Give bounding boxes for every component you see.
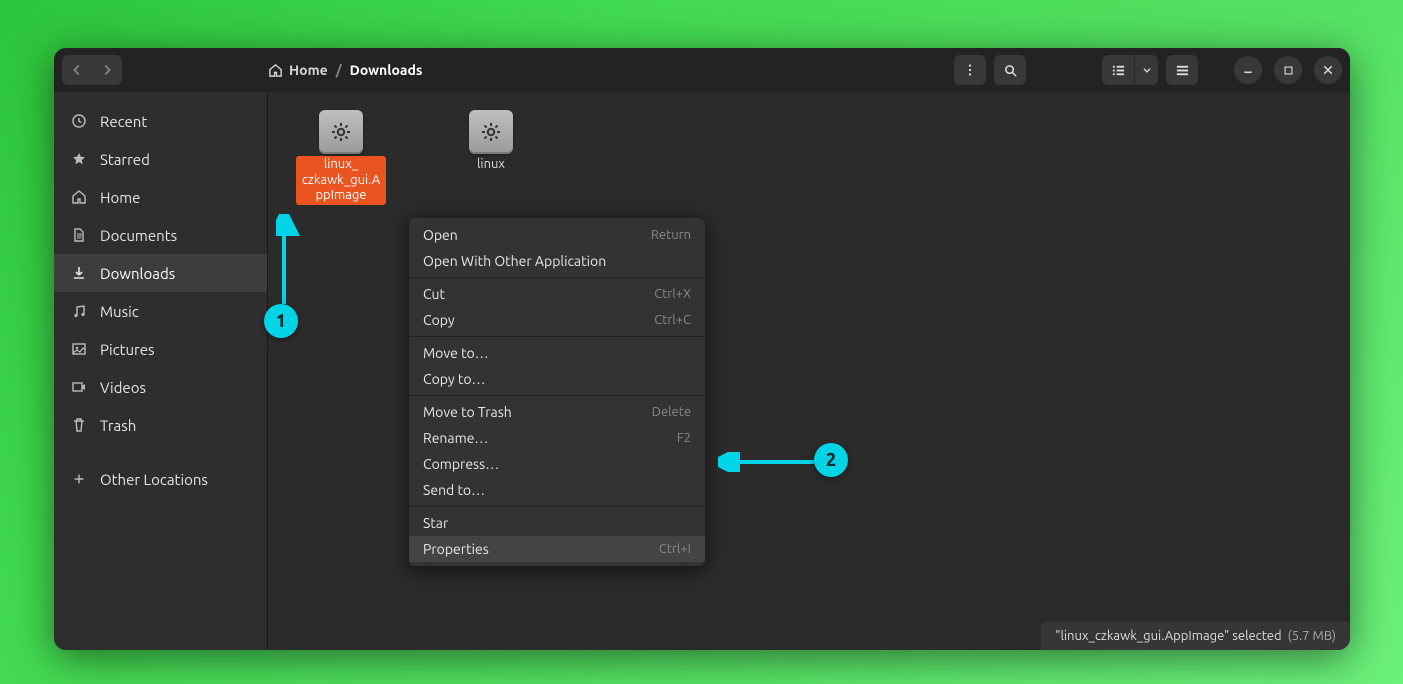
sidebar-item-label: Music [100, 303, 139, 320]
close-button[interactable] [1314, 56, 1342, 84]
file-item[interactable]: linux [446, 110, 536, 205]
file-grid: linux_ czkawk_gui.AppImage linux [268, 92, 1350, 223]
sidebar-item-starred[interactable]: Starred [54, 140, 267, 178]
titlebar: Home / Downloads [54, 48, 1350, 92]
sidebar: Recent Starred Home Documents Downloads [54, 92, 268, 650]
sidebar-item-label: Trash [100, 417, 136, 434]
desktop: Home / Downloads [0, 0, 1403, 684]
context-open-with[interactable]: Open With Other Application [409, 248, 705, 274]
sidebar-item-label: Other Locations [100, 471, 208, 488]
breadcrumb-home[interactable]: Home [268, 62, 328, 78]
search-button[interactable] [994, 55, 1026, 85]
view-list-button[interactable] [1102, 55, 1134, 85]
annotation-arrow-2 [718, 452, 818, 472]
sidebar-item-label: Home [100, 189, 140, 206]
view-mode-group [1102, 55, 1158, 85]
sidebar-item-label: Recent [100, 113, 147, 130]
maximize-button[interactable] [1274, 56, 1302, 84]
context-separator [409, 395, 705, 396]
picture-icon [70, 341, 88, 357]
sidebar-item-downloads[interactable]: Downloads [54, 254, 267, 292]
file-label: linux [473, 156, 509, 174]
minimize-button[interactable] [1234, 56, 1262, 84]
context-properties[interactable]: PropertiesCtrl+I [409, 536, 705, 562]
music-icon [70, 303, 88, 319]
forward-button[interactable] [92, 55, 122, 85]
trash-icon [70, 417, 88, 433]
sidebar-item-label: Documents [100, 227, 177, 244]
sidebar-item-label: Videos [100, 379, 146, 396]
context-cut[interactable]: CutCtrl+X [409, 281, 705, 307]
executable-icon [469, 110, 513, 154]
file-item-selected[interactable]: linux_ czkawk_gui.AppImage [296, 110, 386, 205]
sidebar-item-documents[interactable]: Documents [54, 216, 267, 254]
sidebar-item-other-locations[interactable]: Other Locations [54, 460, 267, 498]
home-icon [70, 189, 88, 205]
breadcrumb-home-label: Home [289, 62, 328, 78]
breadcrumb-current[interactable]: Downloads [350, 62, 423, 78]
context-compress[interactable]: Compress… [409, 451, 705, 477]
context-copy[interactable]: CopyCtrl+C [409, 307, 705, 333]
file-manager-window: Home / Downloads [54, 48, 1350, 650]
status-size: (5.7 MB) [1288, 629, 1336, 643]
sidebar-item-label: Downloads [100, 265, 175, 282]
annotation-arrow-1 [276, 214, 304, 308]
download-icon [70, 265, 88, 281]
context-send-to[interactable]: Send to… [409, 477, 705, 503]
file-label: linux_ czkawk_gui.AppImage [296, 156, 386, 205]
context-separator [409, 277, 705, 278]
clock-icon [70, 113, 88, 129]
document-icon [70, 227, 88, 243]
context-rename[interactable]: Rename…F2 [409, 425, 705, 451]
nav-buttons-group [62, 55, 122, 85]
breadcrumb[interactable]: Home / Downloads [268, 62, 423, 78]
context-separator [409, 506, 705, 507]
context-copy-to[interactable]: Copy to… [409, 366, 705, 392]
sidebar-item-label: Pictures [100, 341, 155, 358]
executable-icon [319, 110, 363, 154]
view-dropdown-button[interactable] [1134, 55, 1158, 85]
back-button[interactable] [62, 55, 92, 85]
context-move-to[interactable]: Move to… [409, 340, 705, 366]
sidebar-item-music[interactable]: Music [54, 292, 267, 330]
status-bar: "linux_czkawk_gui.AppImage" selected (5.… [1041, 622, 1350, 650]
context-menu: OpenReturn Open With Other Application C… [409, 218, 705, 566]
path-menu-button[interactable] [954, 55, 986, 85]
star-icon [70, 151, 88, 167]
sidebar-item-trash[interactable]: Trash [54, 406, 267, 444]
plus-icon [70, 472, 88, 486]
home-icon [268, 63, 283, 78]
sidebar-item-label: Starred [100, 151, 150, 168]
sidebar-item-pictures[interactable]: Pictures [54, 330, 267, 368]
context-star[interactable]: Star [409, 510, 705, 536]
annotation-marker-2: 2 [814, 443, 848, 477]
sidebar-item-home[interactable]: Home [54, 178, 267, 216]
annotation-marker-1: 1 [264, 304, 298, 338]
video-icon [70, 379, 88, 395]
sidebar-item-videos[interactable]: Videos [54, 368, 267, 406]
context-move-trash[interactable]: Move to TrashDelete [409, 399, 705, 425]
status-text: "linux_czkawk_gui.AppImage" selected [1055, 629, 1281, 643]
breadcrumb-separator: / [336, 62, 342, 78]
hamburger-menu-button[interactable] [1166, 55, 1198, 85]
context-open[interactable]: OpenReturn [409, 222, 705, 248]
context-separator [409, 336, 705, 337]
sidebar-item-recent[interactable]: Recent [54, 102, 267, 140]
